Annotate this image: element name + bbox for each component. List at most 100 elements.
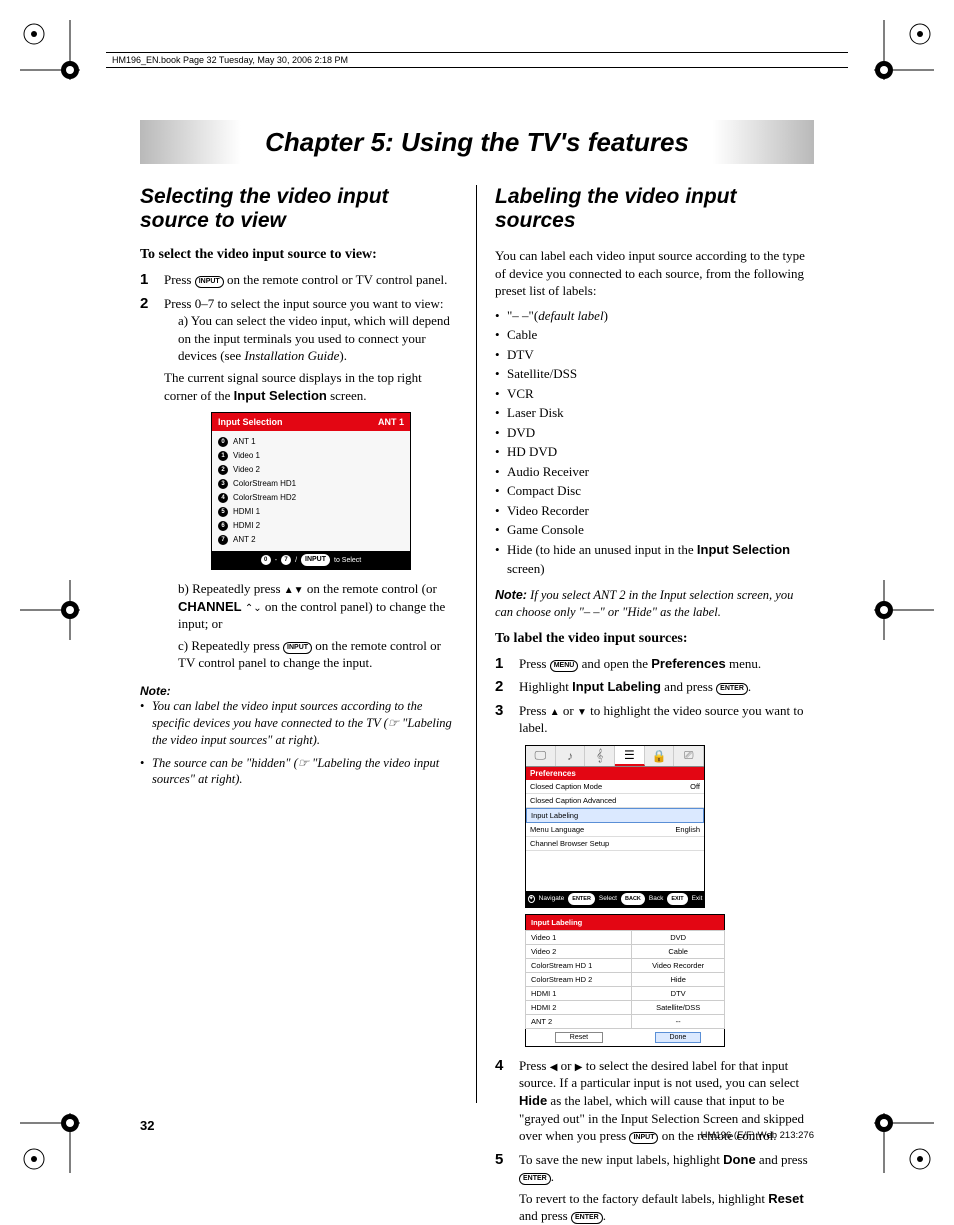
label-list: "– –"(default label) Cable DTV Satellite… [495, 306, 814, 579]
isp-index-icon: 6 [218, 521, 228, 531]
chevron-up-down-icon: ⌃⌄ [245, 603, 262, 614]
rstep-5: 5 To save the new input labels, highligh… [495, 1151, 814, 1225]
right-intro: You can label each video input source ac… [495, 247, 814, 300]
tab-setup-icon: ⎚ [674, 746, 704, 766]
preferences-panel: 🖵 ♪ 𝄞 ☰ 🔒 ⎚ Preferences Closed Caption M… [525, 745, 705, 908]
tab-preferences-icon: ☰ [615, 746, 645, 766]
reset-button: Reset [555, 1032, 603, 1043]
step2-a: a) You can select the video input, which… [178, 312, 458, 365]
enter-button-icon: ENTER [716, 683, 748, 695]
input-selection-panel: Input Selection ANT 1 0ANT 1 1Video 1 2V… [211, 412, 411, 570]
tab-picture-icon: 🖵 [526, 746, 556, 766]
right-column: Labeling the video input sources You can… [477, 185, 814, 1103]
enter-button-icon: ENTER [568, 893, 595, 905]
label-item: Cable [495, 325, 814, 345]
section-title-right: Labeling the video input sources [495, 185, 814, 233]
tab-apps-icon: 𝄞 [585, 746, 615, 766]
label-item: Game Console [495, 520, 814, 540]
label-item: DVD [495, 423, 814, 443]
page: HM196_EN.book Page 32 Tuesday, May 30, 2… [0, 0, 954, 1193]
label-item: Video Recorder [495, 501, 814, 521]
crop-mark-icon [20, 20, 80, 80]
label-item: Compact Disc [495, 481, 814, 501]
step2-b: b) Repeatedly press ▲▼ on the remote con… [178, 580, 458, 633]
step-1: 1 Press INPUT on the remote control or T… [140, 271, 458, 289]
rstep-1: 1Press MENU and open the Preferences men… [495, 655, 814, 673]
isp-item: Video 1 [233, 449, 260, 463]
step2-a-after: The current signal source displays in th… [164, 369, 458, 404]
footer-id: HM196 (E/F) Web 213:276 [701, 1130, 814, 1141]
crop-mark-icon [874, 20, 934, 80]
crop-mark-icon [874, 1113, 934, 1173]
input-button-icon: INPUT [283, 642, 312, 654]
input-button-icon: INPUT [195, 276, 224, 288]
label-item: VCR [495, 384, 814, 404]
rstep-2: 2Highlight Input Labeling and press ENTE… [495, 678, 814, 696]
isp-foot-text: to Select [334, 556, 361, 565]
label-item: Laser Disk [495, 403, 814, 423]
content-area: Selecting the video input source to view… [140, 185, 814, 1103]
header-filename: HM196_EN.book Page 32 Tuesday, May 30, 2… [106, 52, 848, 68]
isp-index-icon: 4 [218, 493, 228, 503]
section-title-left: Selecting the video input source to view [140, 185, 458, 233]
rstep-3: 3Press ▲ or ▼ to highlight the video sou… [495, 702, 814, 737]
label-item: Satellite/DSS [495, 364, 814, 384]
isp-item: ColorStream HD1 [233, 477, 296, 491]
prefs-header: Preferences [526, 767, 704, 780]
input-button-icon: INPUT [301, 554, 330, 566]
label-item: Audio Receiver [495, 462, 814, 482]
tab-audio-icon: ♪ [556, 746, 586, 766]
isp-index-icon: 5 [218, 507, 228, 517]
isp-item: HDMI 2 [233, 519, 260, 533]
down-arrow-icon: ▼ [577, 707, 587, 718]
back-button-icon: BACK [621, 893, 645, 905]
left-column: Selecting the video input source to view… [140, 185, 477, 1103]
isp-index-icon: 2 [218, 465, 228, 475]
right-note: Note: If you select ANT 2 in the Input s… [495, 587, 814, 621]
isp-index-icon: 7 [218, 535, 228, 545]
enter-button-icon: ENTER [571, 1212, 603, 1224]
step2-intro: Press 0–7 to select the input source you… [164, 296, 443, 311]
isp-item: Video 2 [233, 463, 260, 477]
dpad-icon: ✦ [528, 895, 535, 903]
prefs-input-labeling-row: Input Labeling [526, 808, 704, 823]
note-heading: Note: [140, 684, 458, 698]
isp-item: ColorStream HD2 [233, 491, 296, 505]
isp-title: Input Selection [218, 416, 283, 428]
step2-c: c) Repeatedly press INPUT on the remote … [178, 637, 458, 672]
enter-button-icon: ENTER [519, 1173, 551, 1185]
step-2: 2 Press 0–7 to select the input source y… [140, 295, 458, 676]
isp-index-icon: 1 [218, 451, 228, 461]
left-subhead: To select the video input source to view… [140, 247, 458, 263]
tab-lock-icon: 🔒 [645, 746, 675, 766]
isp-foot-zero-icon: 0 [261, 555, 271, 565]
exit-button-icon: EXIT [667, 893, 687, 905]
menu-button-icon: MENU [550, 660, 579, 672]
input-labeling-table: Input Labeling Video 1DVD Video 2Cable C… [525, 914, 725, 1047]
crop-mark-icon [20, 1113, 80, 1173]
right-subhead: To label the video input sources: [495, 631, 814, 647]
isp-item: ANT 2 [233, 533, 256, 547]
isp-index-icon: 3 [218, 479, 228, 489]
crop-mark-icon [874, 580, 934, 640]
page-number: 32 [140, 1118, 154, 1133]
note-item: You can label the video input sources ac… [140, 698, 458, 749]
label-item: Hide (to hide an unused input in the Inp… [495, 540, 814, 579]
il-header: Input Labeling [526, 914, 725, 930]
note-item: The source can be "hidden" (☞ "Labeling … [140, 755, 458, 789]
step-number: 2 [140, 295, 154, 676]
isp-foot-seven-icon: 7 [281, 555, 291, 565]
label-item: HD DVD [495, 442, 814, 462]
chapter-title: Chapter 5: Using the TV's features [140, 120, 814, 164]
up-arrow-icon: ▲ [550, 707, 560, 718]
step-number: 1 [140, 271, 154, 289]
step1-text-b: on the remote control or TV control pane… [227, 272, 447, 287]
label-item: "– –"(default label) [495, 306, 814, 326]
label-item: DTV [495, 345, 814, 365]
isp-status: ANT 1 [378, 416, 404, 428]
isp-item: HDMI 1 [233, 505, 260, 519]
input-button-icon: INPUT [629, 1132, 658, 1144]
up-down-arrow-icon: ▲▼ [284, 585, 304, 596]
step1-text-a: Press [164, 272, 191, 287]
isp-index-icon: 0 [218, 437, 228, 447]
